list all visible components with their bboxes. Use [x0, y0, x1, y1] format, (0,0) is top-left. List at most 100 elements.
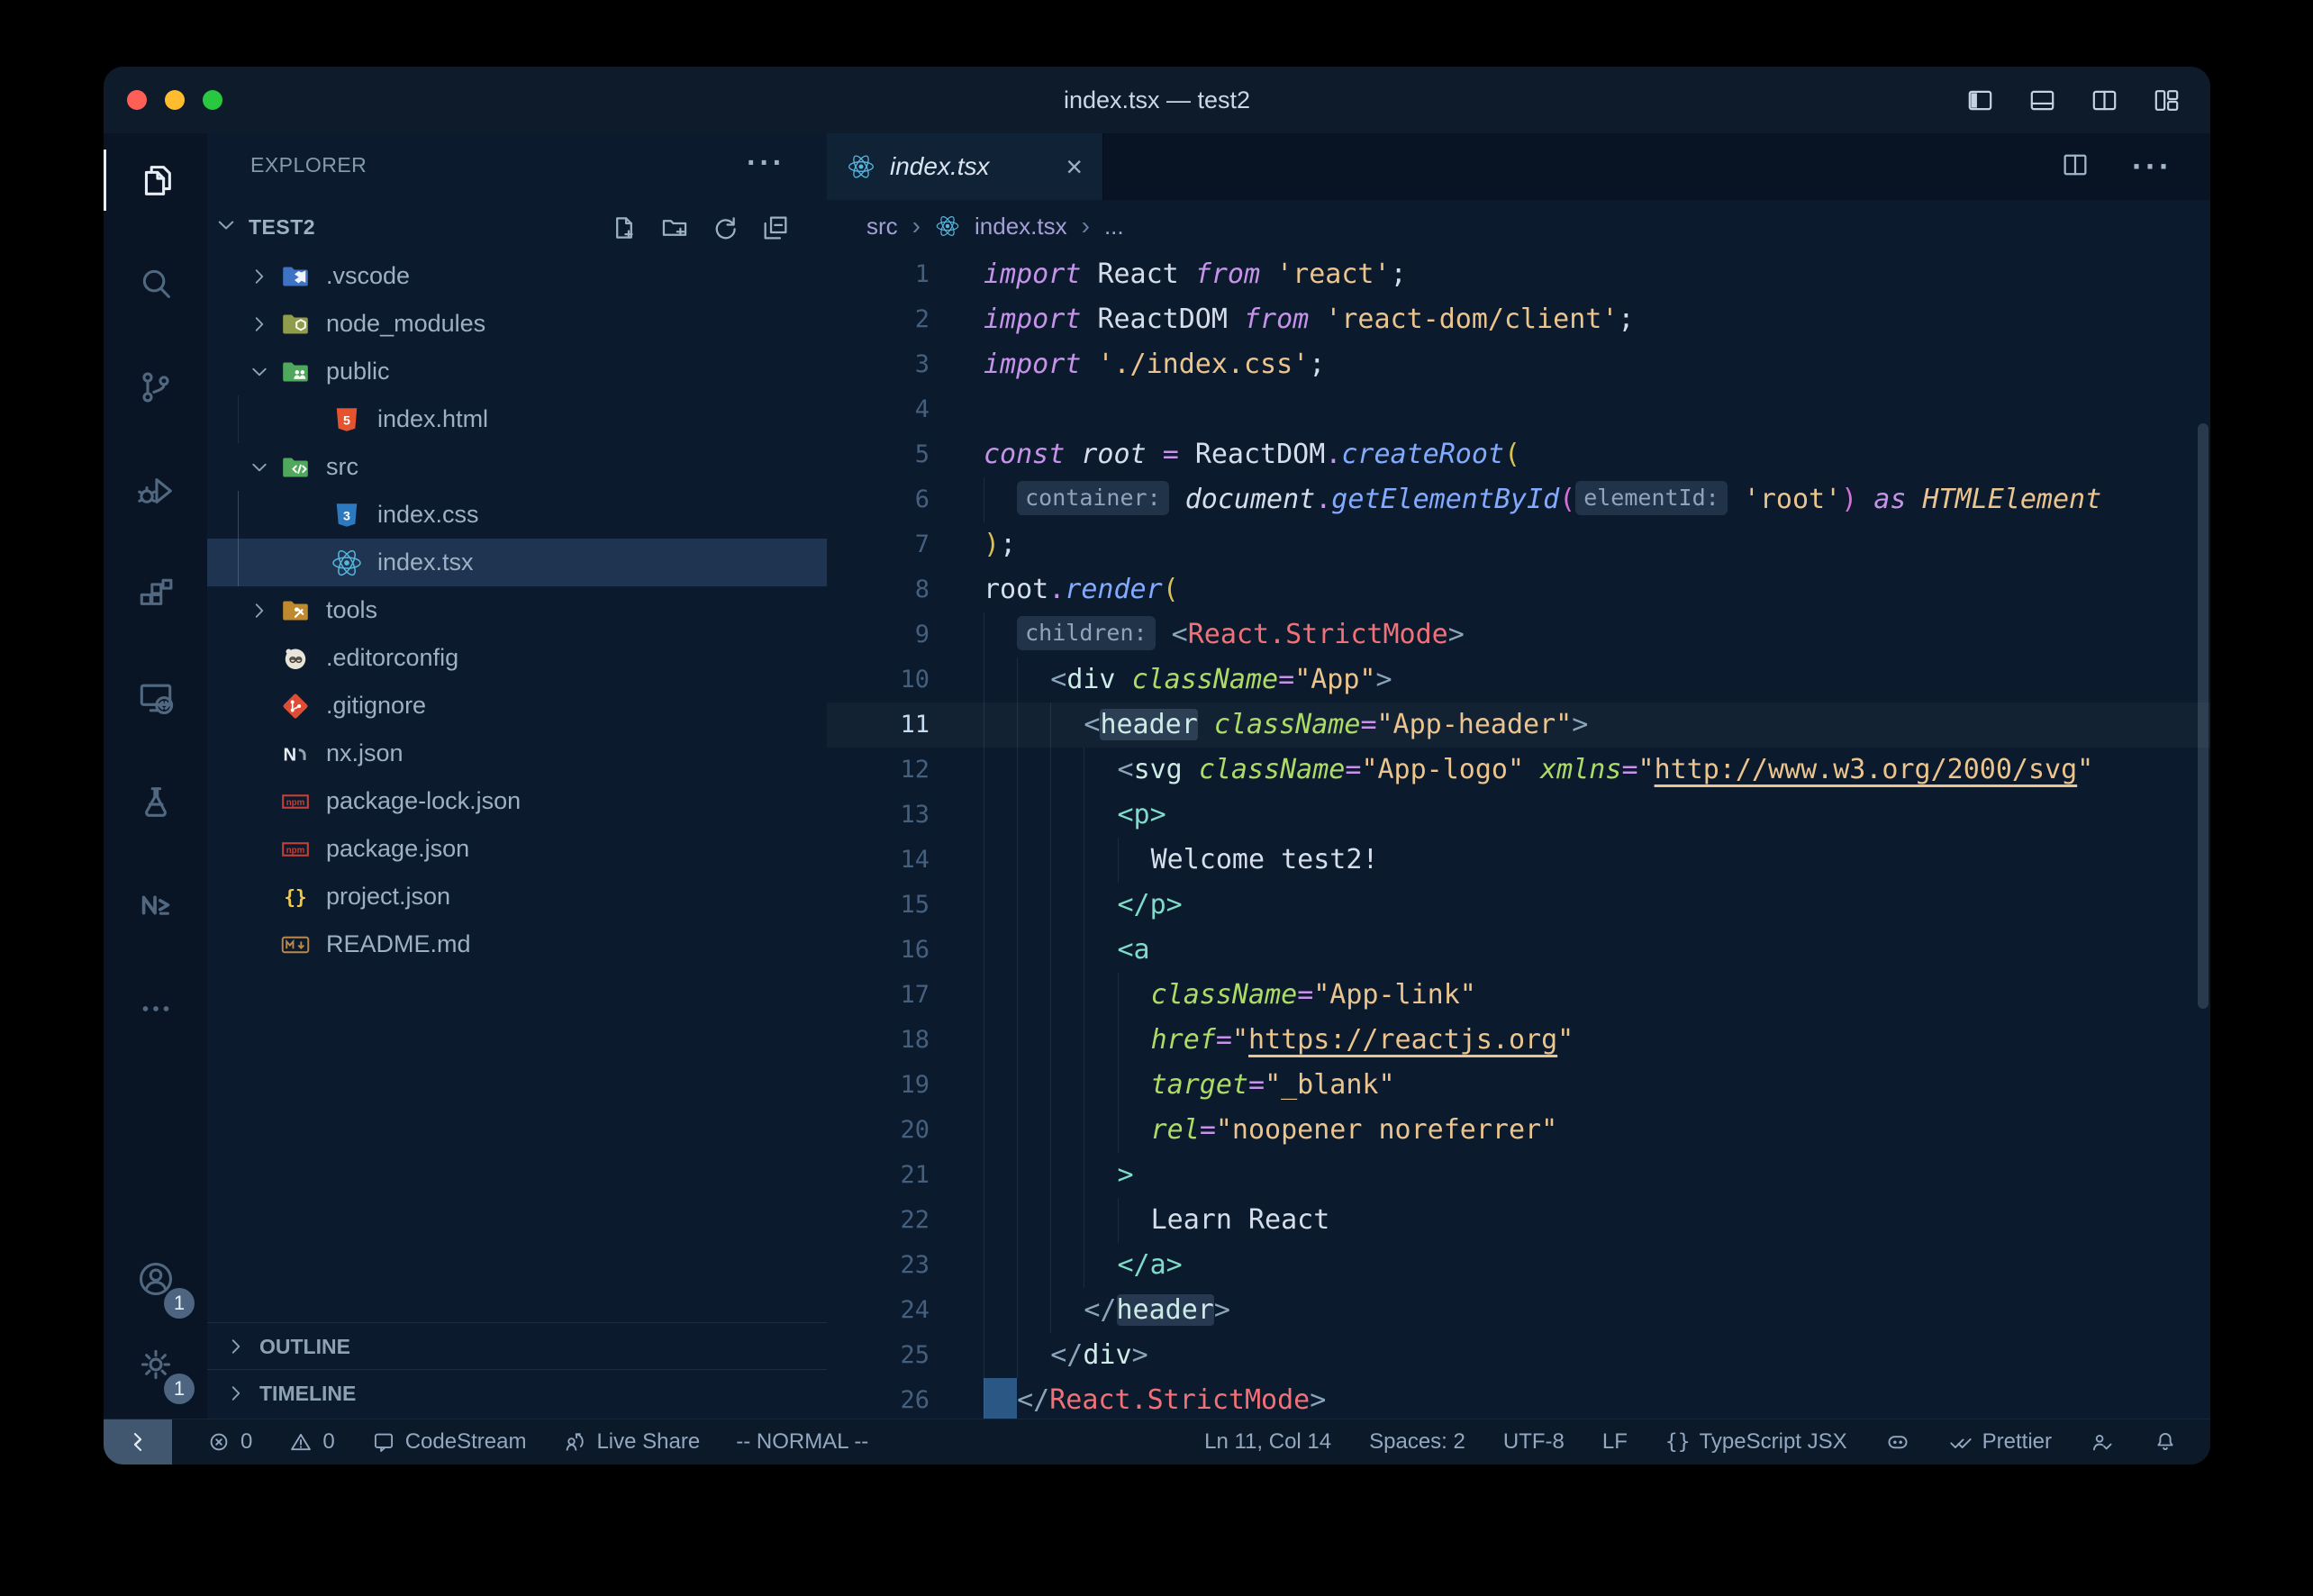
- activity-account-icon[interactable]: 1: [104, 1234, 207, 1324]
- breadcrumb-item[interactable]: index.tsx: [975, 213, 1067, 240]
- tree-item-public[interactable]: public: [207, 348, 827, 395]
- activity-run-debug-icon[interactable]: [104, 446, 207, 536]
- code-line-17[interactable]: 17className="App-link": [827, 973, 2210, 1018]
- code-line-5[interactable]: 5const root = ReactDOM.createRoot(: [827, 432, 2210, 477]
- copilot-icon: [1885, 1429, 1910, 1455]
- collapse-all-icon[interactable]: [760, 213, 791, 243]
- toggle-primary-sidebar-icon[interactable]: [1965, 86, 1995, 115]
- status-vim-mode[interactable]: -- NORMAL --: [736, 1429, 868, 1455]
- activity-files-icon[interactable]: [104, 135, 207, 225]
- chevron-right-icon[interactable]: [240, 264, 279, 289]
- toggle-secondary-sidebar-icon[interactable]: [2090, 86, 2119, 115]
- code-line-14[interactable]: 14Welcome test2!: [827, 838, 2210, 883]
- status-prettier[interactable]: Prettier: [1948, 1429, 2052, 1455]
- activity-search-icon[interactable]: [104, 239, 207, 329]
- code-line-21[interactable]: 21>: [827, 1153, 2210, 1198]
- status-errors[interactable]: 0: [206, 1429, 252, 1455]
- status-language-mode[interactable]: {}TypeScript JSX: [1665, 1429, 1847, 1455]
- tree-item-package-json[interactable]: npmpackage.json: [207, 825, 827, 873]
- status-live-share[interactable]: Live Share: [562, 1429, 700, 1455]
- tab-close-icon[interactable]: ×: [1066, 152, 1083, 181]
- tab-bar: index.tsx × ···: [827, 133, 2210, 200]
- tab-index-tsx[interactable]: index.tsx ×: [827, 133, 1103, 200]
- chevron-down-icon[interactable]: [240, 359, 279, 385]
- activity-settings-icon[interactable]: 1: [104, 1319, 207, 1410]
- breadcrumb-item[interactable]: ...: [1104, 213, 1124, 240]
- status-cursor-position[interactable]: Ln 11, Col 14: [1204, 1429, 1331, 1455]
- refresh-icon[interactable]: [710, 213, 740, 243]
- code-line-16[interactable]: 16<a: [827, 928, 2210, 973]
- workspace-section-header[interactable]: TEST2: [207, 203, 827, 252]
- code-line-1[interactable]: 1import React from 'react';: [827, 252, 2210, 297]
- status-notifications[interactable]: [2153, 1429, 2178, 1455]
- code-line-10[interactable]: 10<div className="App">: [827, 657, 2210, 703]
- code-line-7[interactable]: 7);: [827, 522, 2210, 567]
- code-line-9[interactable]: 9children: <React.StrictMode>: [827, 612, 2210, 657]
- code-line-3[interactable]: 3import './index.css';: [827, 342, 2210, 387]
- tree-item-project-json[interactable]: {}project.json: [207, 873, 827, 920]
- status-copilot[interactable]: [1885, 1429, 1910, 1455]
- activity-nx-console-icon[interactable]: [104, 860, 207, 950]
- editor-scrollbar[interactable]: [2198, 423, 2209, 1009]
- editor-more-actions-icon[interactable]: ···: [2132, 148, 2172, 186]
- line-number: 12: [839, 748, 930, 793]
- split-editor-icon[interactable]: [2060, 150, 2091, 185]
- code-line-25[interactable]: 25</div>: [827, 1333, 2210, 1378]
- code-line-19[interactable]: 19target="_blank": [827, 1063, 2210, 1108]
- customize-layout-icon[interactable]: [2152, 86, 2181, 115]
- tree-item-label: project.json: [326, 883, 450, 911]
- status-encoding[interactable]: UTF-8: [1503, 1429, 1565, 1455]
- tree-item-readme-md[interactable]: README.md: [207, 920, 827, 968]
- tree-item-index-css[interactable]: 3index.css: [207, 491, 827, 539]
- tree-item--vscode[interactable]: .vscode: [207, 252, 827, 300]
- activity-extensions-icon[interactable]: [104, 549, 207, 639]
- activity-source-control-icon[interactable]: [104, 342, 207, 432]
- code-text: <a: [984, 928, 1150, 973]
- explorer-more-actions-button[interactable]: ···: [747, 146, 785, 181]
- activity-more-icon[interactable]: [104, 964, 207, 1054]
- new-folder-icon[interactable]: [659, 213, 690, 243]
- code-line-8[interactable]: 8root.render(: [827, 567, 2210, 612]
- panel-timeline[interactable]: TIMELINE: [207, 1369, 827, 1417]
- tree-item-src[interactable]: src: [207, 443, 827, 491]
- status-codestream[interactable]: CodeStream: [371, 1429, 527, 1455]
- tree-item-index-tsx[interactable]: index.tsx: [207, 539, 827, 586]
- activity-test-beaker-icon[interactable]: [104, 757, 207, 847]
- tree-item--editorconfig[interactable]: .editorconfig: [207, 634, 827, 682]
- code-line-22[interactable]: 22Learn React: [827, 1198, 2210, 1243]
- code-line-2[interactable]: 2import ReactDOM from 'react-dom/client'…: [827, 297, 2210, 342]
- code-line-15[interactable]: 15</p>: [827, 883, 2210, 928]
- code-editor[interactable]: 1import React from 'react';2import React…: [827, 252, 2210, 1419]
- status-feedback[interactable]: [2090, 1429, 2115, 1455]
- code-line-4[interactable]: 4: [827, 387, 2210, 432]
- toggle-panel-icon[interactable]: [2027, 86, 2057, 115]
- panel-outline[interactable]: OUTLINE: [207, 1322, 827, 1370]
- tree-item--gitignore[interactable]: .gitignore: [207, 682, 827, 730]
- code-line-6[interactable]: 6container: document.getElementById(elem…: [827, 477, 2210, 522]
- code-line-13[interactable]: 13<p>: [827, 793, 2210, 838]
- tree-item-tools[interactable]: tools: [207, 586, 827, 634]
- chevron-right-icon[interactable]: [240, 312, 279, 337]
- code-line-24[interactable]: 24</header>: [827, 1288, 2210, 1333]
- code-line-18[interactable]: 18href="https://reactjs.org": [827, 1018, 2210, 1063]
- code-line-23[interactable]: 23</a>: [827, 1243, 2210, 1288]
- tree-item-nx-json[interactable]: Nnx.json: [207, 730, 827, 777]
- code-line-20[interactable]: 20rel="noopener noreferrer": [827, 1108, 2210, 1153]
- code-line-12[interactable]: 12<svg className="App-logo" xmlns="http:…: [827, 748, 2210, 793]
- status-indentation[interactable]: Spaces: 2: [1369, 1429, 1465, 1455]
- tree-item-index-html[interactable]: 5index.html: [207, 395, 827, 443]
- remote-indicator[interactable]: [104, 1419, 172, 1465]
- chevron-right-icon[interactable]: [240, 598, 279, 623]
- tree-item-label: src: [326, 453, 358, 481]
- breadcrumb-item[interactable]: src: [866, 213, 898, 240]
- status-warnings[interactable]: 0: [288, 1429, 334, 1455]
- activity-remote-explorer-icon[interactable]: [104, 653, 207, 743]
- code-line-26[interactable]: 26</React.StrictMode>: [827, 1378, 2210, 1419]
- new-file-icon[interactable]: [609, 213, 639, 243]
- code-line-11[interactable]: 11<header className="App-header">: [827, 703, 2210, 748]
- tree-item-package-lock-json[interactable]: npmpackage-lock.json: [207, 777, 827, 825]
- tree-item-label: .vscode: [326, 262, 410, 290]
- status-eol[interactable]: LF: [1602, 1429, 1628, 1455]
- chevron-down-icon[interactable]: [240, 455, 279, 480]
- tree-item-node-modules[interactable]: node_modules: [207, 300, 827, 348]
